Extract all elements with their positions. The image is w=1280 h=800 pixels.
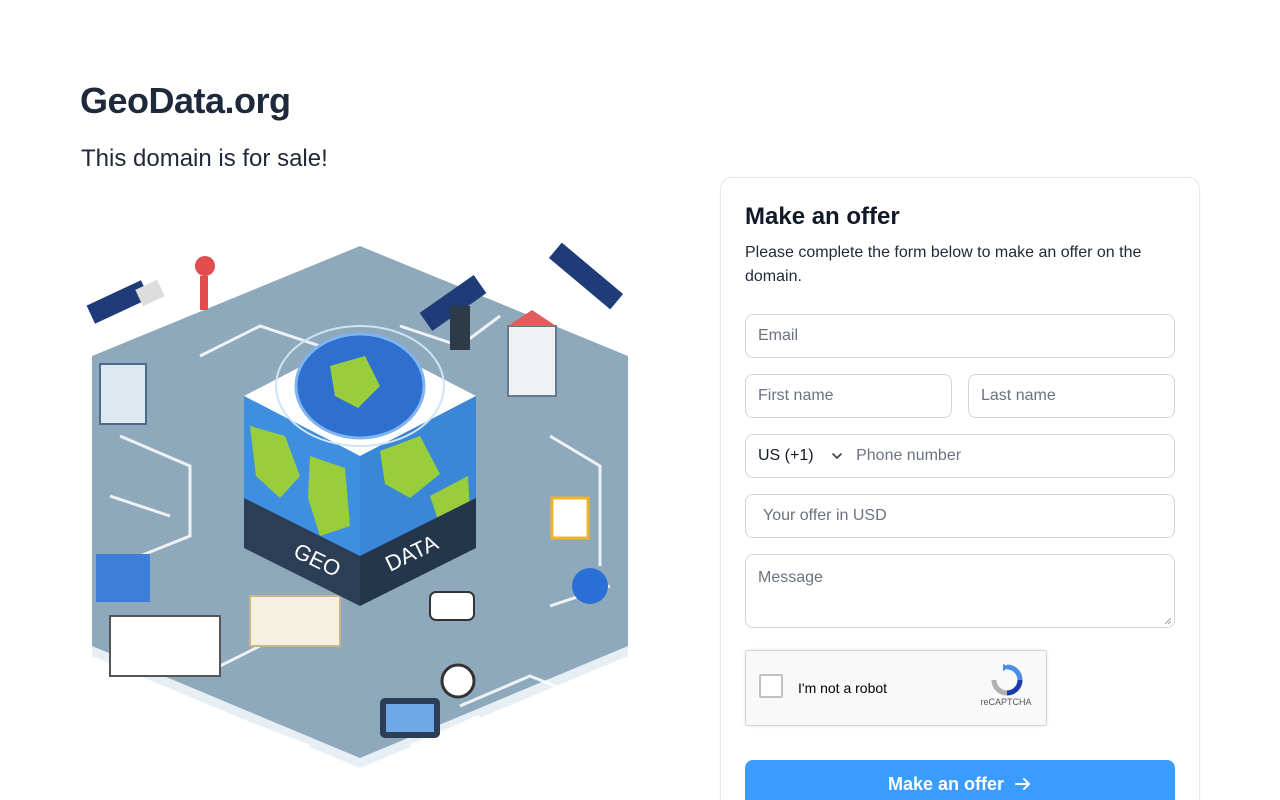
- offer-input[interactable]: [763, 507, 1162, 525]
- phone-input[interactable]: [850, 447, 1174, 465]
- phone-field: US (+1): [745, 434, 1175, 478]
- domain-title: GeoData.org: [80, 80, 291, 121]
- offer-form-card: Make an offer Please complete the form b…: [720, 177, 1200, 800]
- email-field[interactable]: [745, 314, 1175, 358]
- first-name-field[interactable]: [745, 374, 952, 418]
- captcha-brand: reCAPTCHA: [980, 697, 1032, 707]
- captcha-checkbox[interactable]: [759, 674, 783, 698]
- chevron-down-icon: [832, 453, 842, 459]
- geodata-illustration: GEO DATA: [86, 242, 628, 768]
- offer-form-description: Please complete the form below to make a…: [745, 244, 1142, 285]
- make-offer-button[interactable]: Make an offer: [745, 760, 1175, 800]
- message-input[interactable]: [758, 569, 1162, 613]
- resize-handle-icon[interactable]: [1164, 617, 1172, 625]
- country-code-select[interactable]: US (+1): [746, 435, 850, 477]
- captcha-label: I'm not a robot: [798, 680, 888, 696]
- for-sale-subtitle: This domain is for sale!: [81, 145, 328, 172]
- arrow-right-icon: [1015, 778, 1031, 790]
- last-name-field[interactable]: [968, 374, 1175, 418]
- last-name-input[interactable]: [981, 387, 1162, 405]
- email-input[interactable]: [758, 327, 1162, 345]
- offer-field[interactable]: [745, 494, 1175, 538]
- recaptcha-icon: [991, 664, 1023, 696]
- recaptcha-widget: I'm not a robot reCAPTCHA: [745, 650, 1047, 726]
- make-offer-button-label: Make an offer: [887, 773, 1005, 794]
- first-name-input[interactable]: [758, 387, 939, 405]
- country-code-value: US (+1): [758, 447, 814, 464]
- message-field[interactable]: [745, 554, 1175, 628]
- offer-form-title: Make an offer: [745, 203, 900, 230]
